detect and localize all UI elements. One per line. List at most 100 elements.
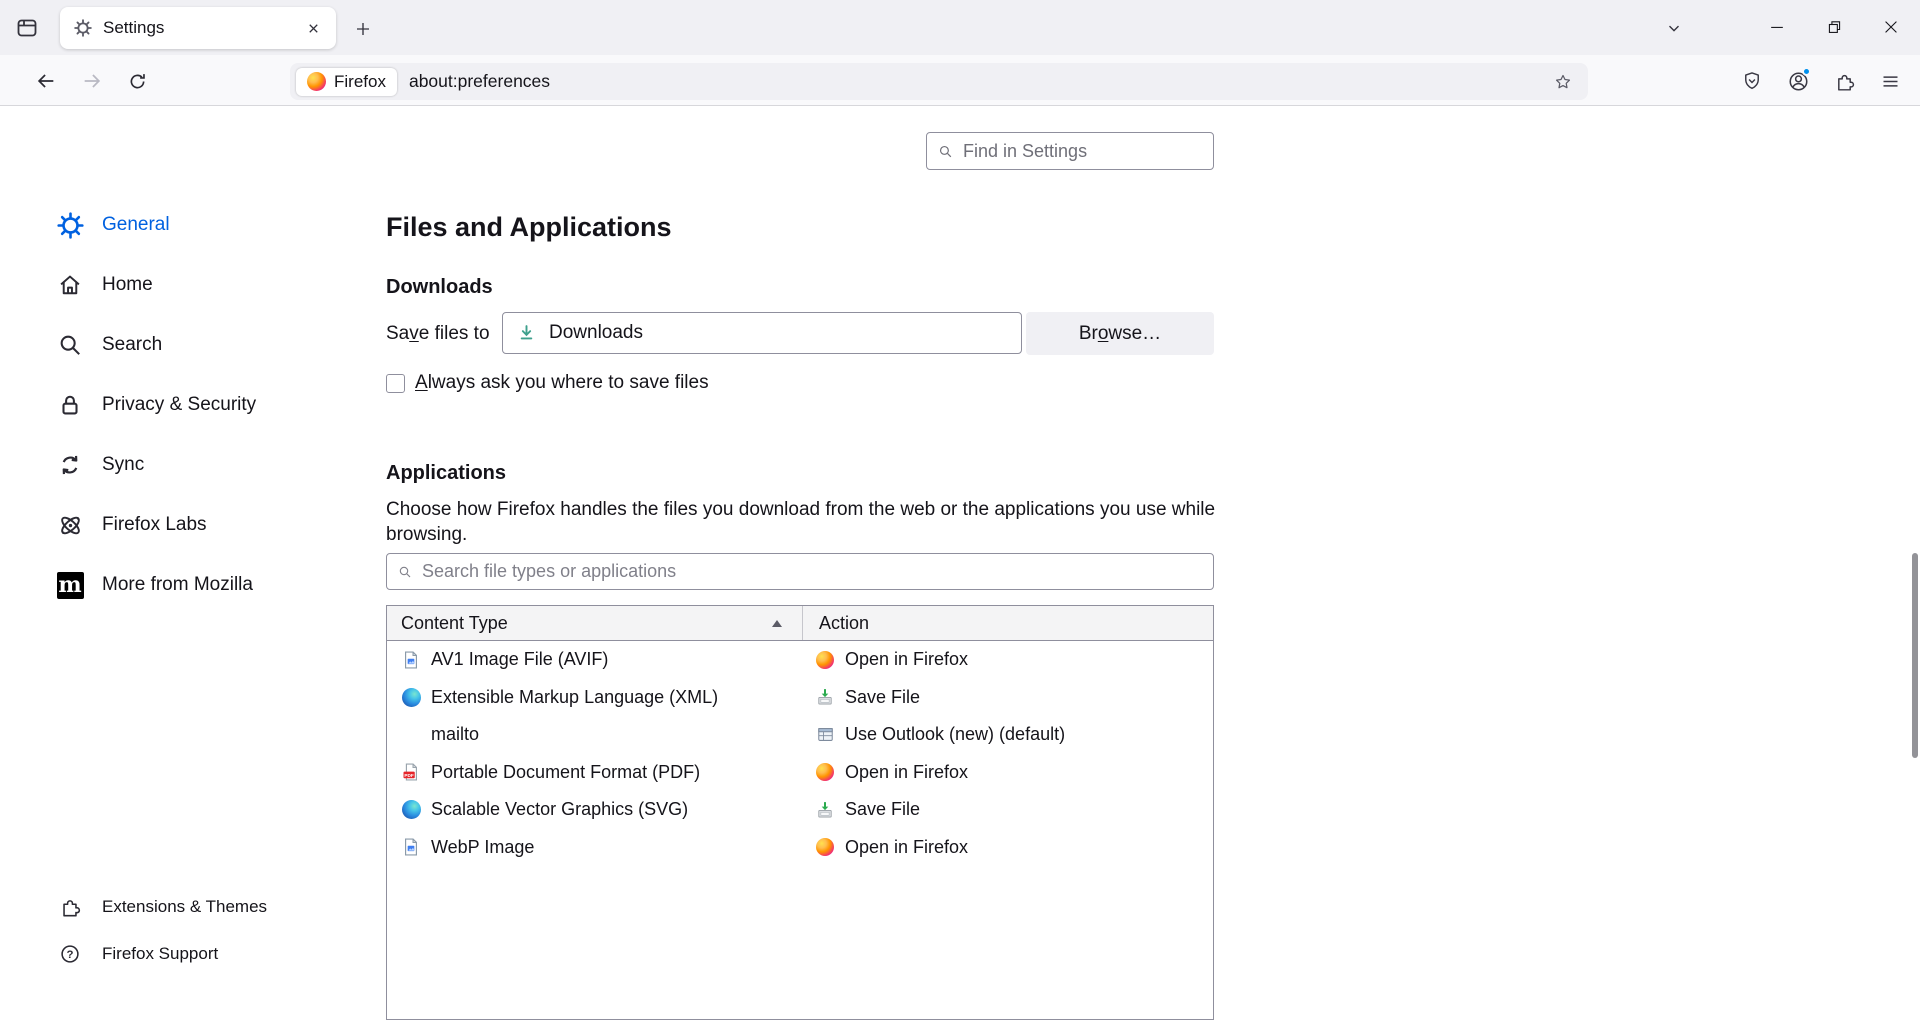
sidebar-item-sync[interactable]: Sync	[44, 435, 324, 495]
back-arrow-icon	[35, 70, 57, 92]
edge-icon	[401, 687, 421, 707]
firefox-icon	[815, 650, 835, 670]
sidebar-item-extensions-themes[interactable]: Extensions & Themes	[44, 883, 324, 930]
table-header: Content Type Action	[387, 606, 1213, 641]
plus-icon	[354, 20, 372, 38]
close-icon	[1881, 17, 1901, 37]
image-file-icon	[401, 837, 421, 857]
site-identity-chip[interactable]: Firefox	[296, 68, 397, 96]
firefox-logo-icon	[307, 72, 326, 91]
browse-button[interactable]: Browse…	[1026, 312, 1214, 355]
tab-settings[interactable]: Settings	[60, 7, 336, 49]
vertical-scrollbar-thumb[interactable]	[1912, 553, 1918, 758]
gear-icon	[56, 211, 84, 239]
svg-text:?: ?	[67, 948, 74, 960]
extensions-button[interactable]	[1826, 63, 1862, 99]
sidebar-item-home[interactable]: Home	[44, 255, 324, 315]
sidebar-item-firefox-support[interactable]: ? Firefox Support	[44, 930, 324, 977]
column-header-action[interactable]: Action	[803, 606, 1213, 640]
svg-text:PDF: PDF	[404, 773, 413, 778]
sidebar-item-label: General	[102, 214, 170, 236]
applications-table: Content Type Action AV1 Image File (AVIF…	[386, 605, 1214, 1020]
puzzle-icon	[58, 895, 82, 919]
hamburger-icon	[1880, 71, 1901, 92]
settings-sidebar: General Home Search Privacy & Se	[44, 195, 324, 615]
sidebar-item-firefox-labs[interactable]: Firefox Labs	[44, 495, 324, 555]
back-button[interactable]	[28, 63, 64, 99]
notification-dot	[1802, 67, 1811, 76]
table-row[interactable]: mailto Use Outlook (new) (default)	[387, 716, 1213, 754]
forward-button[interactable]	[74, 63, 110, 99]
site-identity-label: Firefox	[334, 72, 386, 92]
table-row[interactable]: Scalable Vector Graphics (SVG) Save File	[387, 791, 1213, 829]
sidebar-item-privacy-security[interactable]: Privacy & Security	[44, 375, 324, 435]
window-restore-button[interactable]	[1815, 9, 1853, 45]
bookmark-button[interactable]	[1548, 67, 1578, 97]
minimize-icon	[1767, 17, 1787, 37]
pdf-icon: PDF	[401, 762, 421, 782]
url-bar[interactable]: Firefox about:preferences	[290, 63, 1588, 100]
sidebar-item-label: Firefox Support	[102, 944, 218, 964]
close-icon	[306, 21, 321, 36]
window-close-button[interactable]	[1872, 9, 1910, 45]
sync-icon	[56, 451, 84, 479]
sidebar-item-label: Firefox Labs	[102, 514, 207, 536]
sidebar-item-label: Search	[102, 334, 162, 356]
chevron-down-icon	[1665, 19, 1683, 37]
restore-icon	[1824, 17, 1844, 37]
star-icon	[1553, 72, 1573, 92]
firefox-icon	[815, 837, 835, 857]
sidebar-item-label: Home	[102, 274, 153, 296]
list-all-tabs-button[interactable]	[1659, 14, 1689, 42]
toolbar-right-icons	[1734, 63, 1908, 99]
sidebar-item-search[interactable]: Search	[44, 315, 324, 375]
table-row[interactable]: PDF Portable Document Format (PDF) Open …	[387, 754, 1213, 792]
edge-icon	[401, 800, 421, 820]
shield-icon	[1741, 70, 1763, 92]
download-icon	[516, 323, 537, 344]
table-row[interactable]: AV1 Image File (AVIF) Open in Firefox	[387, 641, 1213, 679]
search-icon	[56, 331, 84, 359]
sidebar-item-more-from-mozilla[interactable]: m More from Mozilla	[44, 555, 324, 615]
download-folder-field[interactable]: Downloads	[502, 312, 1022, 354]
always-ask-label[interactable]: Always ask you where to save files	[415, 372, 709, 394]
sidebar-item-general[interactable]: General	[44, 195, 324, 255]
image-file-icon	[401, 650, 421, 670]
no-icon	[401, 725, 421, 745]
applications-search[interactable]	[386, 553, 1214, 590]
tab-close-button[interactable]	[300, 15, 326, 41]
find-in-settings-input[interactable]	[963, 141, 1203, 162]
tab-title: Settings	[103, 18, 300, 38]
outlook-icon	[815, 725, 835, 745]
table-row[interactable]: WebP Image Open in Firefox	[387, 829, 1213, 867]
reload-icon	[127, 71, 148, 92]
window-minimize-button[interactable]	[1758, 9, 1796, 45]
firefox-view-button[interactable]	[12, 13, 42, 43]
url-text: about:preferences	[409, 71, 550, 92]
applications-heading: Applications	[386, 462, 506, 485]
menu-button[interactable]	[1872, 63, 1908, 99]
gear-icon	[74, 19, 92, 37]
home-icon	[56, 271, 84, 299]
table-row[interactable]: Extensible Markup Language (XML) Save Fi…	[387, 679, 1213, 717]
tab-bar: Settings	[0, 0, 1920, 55]
firefox-view-icon	[15, 16, 39, 40]
mozilla-logo-icon: m	[56, 571, 84, 599]
reload-button[interactable]	[119, 63, 155, 99]
question-icon: ?	[58, 942, 82, 966]
new-tab-button[interactable]	[349, 15, 377, 43]
find-in-settings[interactable]	[926, 132, 1214, 170]
shield-button[interactable]	[1734, 63, 1770, 99]
column-header-content-type[interactable]: Content Type	[387, 606, 803, 640]
sort-ascending-icon	[772, 620, 782, 627]
firefox-icon	[815, 762, 835, 782]
applications-description: Choose how Firefox handles the files you…	[386, 497, 1216, 547]
lock-icon	[56, 391, 84, 419]
save-file-icon	[815, 800, 835, 820]
always-ask-checkbox[interactable]	[386, 374, 405, 393]
sidebar-footer: Extensions & Themes ? Firefox Support	[44, 883, 324, 977]
sidebar-item-label: Sync	[102, 454, 144, 476]
applications-search-input[interactable]	[422, 561, 1203, 582]
download-folder-value: Downloads	[549, 322, 643, 344]
account-button[interactable]	[1780, 63, 1816, 99]
